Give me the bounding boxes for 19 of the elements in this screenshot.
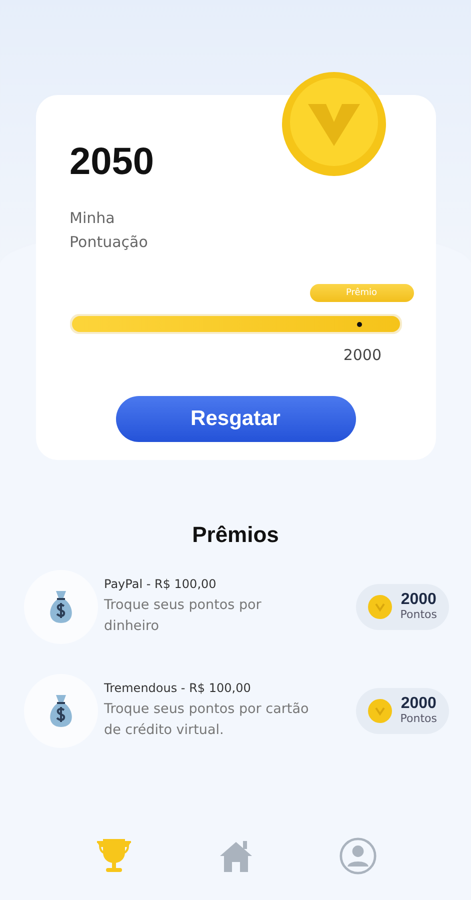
points-label: Pontos — [400, 711, 437, 726]
reward-description: Troque seus pontos por dinheiro — [104, 596, 262, 636]
score-label: Minha — [70, 208, 115, 229]
section-title: Prêmios — [192, 522, 279, 548]
reward-title: PayPal - R$ 100,00 — [104, 577, 216, 591]
coin-icon — [368, 595, 392, 619]
prize-badge: Prêmio — [310, 284, 414, 302]
coin-icon — [282, 72, 386, 176]
progress-marker — [356, 322, 362, 327]
score-value: 2050 — [70, 141, 156, 184]
points-value: 2000 — [400, 592, 436, 607]
redeem-button[interactable]: Resgatar — [116, 396, 356, 442]
target-value: 2000 — [343, 346, 382, 364]
coin-icon — [368, 699, 392, 723]
reward-description: Troque seus pontos por cartão de crédito virtual. — [104, 700, 309, 740]
points-label: Pontos — [400, 607, 437, 622]
reward-title: Tremendous - R$ 100,00 — [104, 681, 251, 695]
points-value: 2000 — [400, 696, 436, 711]
score-label: Pontuação — [70, 232, 148, 253]
